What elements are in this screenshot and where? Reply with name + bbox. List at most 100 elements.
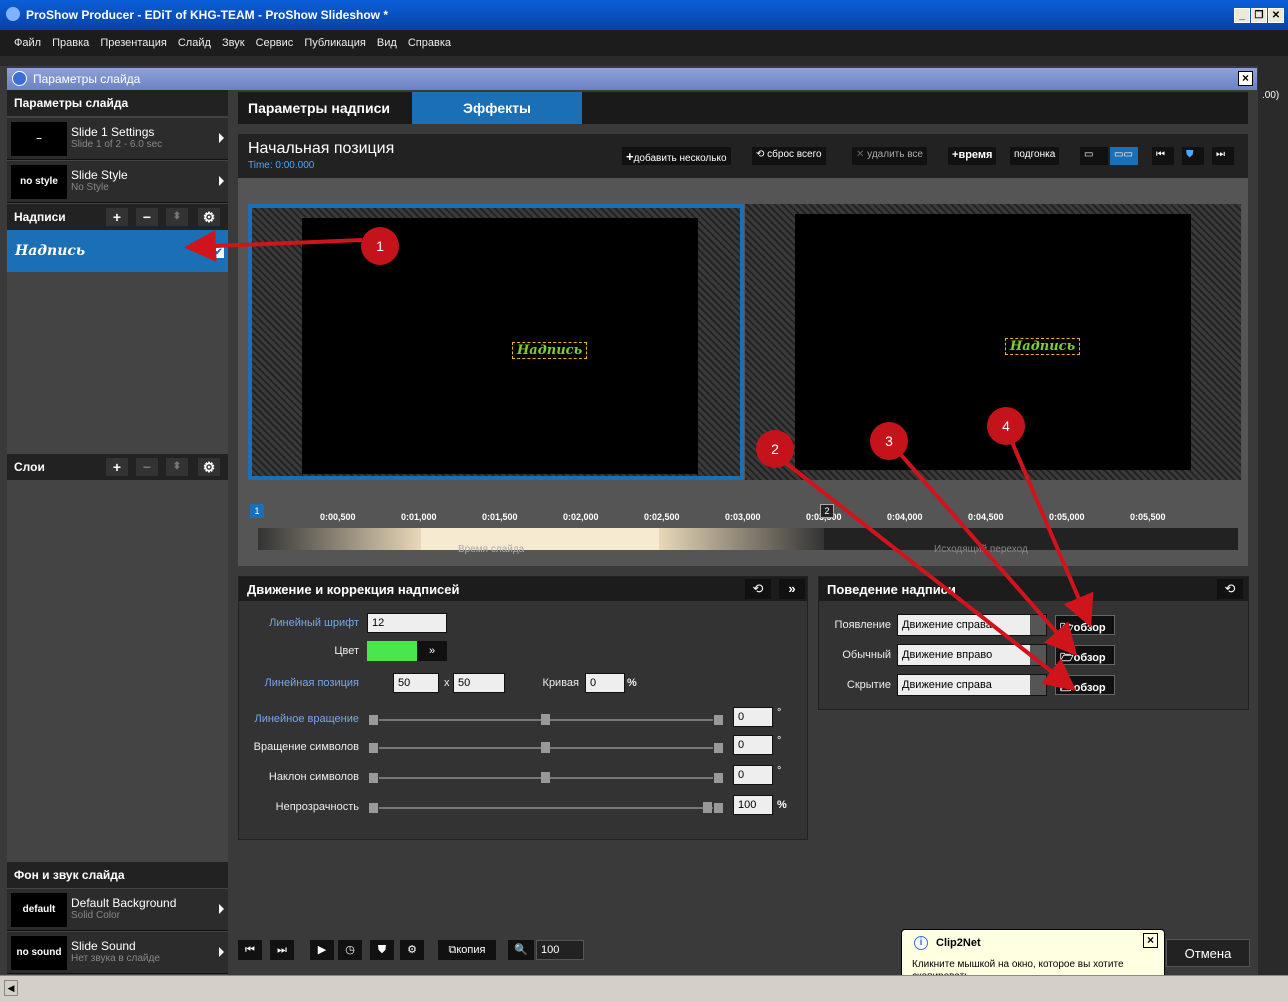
menu-edit[interactable]: Правка [48,37,93,49]
background-app-edge: .00) [1258,66,1288,975]
add-caption-button[interactable]: + [106,208,128,226]
rotation-slider[interactable] [369,714,723,725]
opacity-input[interactable]: 100 [733,795,773,815]
reorder-layer-button[interactable]: ⬍ [166,458,188,476]
cancel-button[interactable]: Отмена [1166,939,1250,967]
keyframe-marker-2[interactable]: 2 [820,504,834,518]
preview-caption[interactable]: Надпись [1005,338,1081,355]
minimize-button[interactable]: _ [1234,8,1250,23]
tab-caption-params[interactable]: Параметры надписи [238,92,410,124]
hide-browse-button[interactable]: 🗁обзор [1055,675,1115,695]
zoom-input[interactable]: 100 [536,940,584,960]
keyframe-marker-1[interactable]: 1 [250,504,264,518]
reset-icon[interactable]: ⟲ [745,579,771,599]
annotation-badge-1: 1 [361,227,399,265]
font-size-select[interactable]: 12 [367,613,447,633]
menu-sound[interactable]: Звук [218,37,249,49]
appear-select[interactable]: Движение справа [897,614,1047,636]
position-y-input[interactable]: 50 [453,673,505,693]
dialog-close-button[interactable]: × [1238,71,1253,86]
menu-help[interactable]: Справка [404,37,455,49]
dialog-icon [12,71,27,86]
expand-arrow-icon [219,947,224,957]
preview-caption[interactable]: Надпись [512,342,588,359]
info-icon: i [914,936,928,950]
menu-tools[interactable]: Сервис [252,37,298,49]
time-button[interactable]: +время [948,147,997,165]
menu-presentation[interactable]: Презентация [96,37,170,49]
caption-visible-checkbox[interactable]: ✔ [213,247,224,258]
expand-arrow-icon [219,904,224,914]
normal-select[interactable]: Движение вправо [897,644,1047,666]
sound-card[interactable]: no sound Slide Sound Нет звука в слайде [7,932,228,974]
last-keyframe-icon[interactable]: ⏭ [1212,147,1234,165]
dual-view-icon[interactable]: ▭▭ [1110,147,1138,165]
add-several-button[interactable]: +добавить несколько [622,147,731,165]
prev-slide-icon[interactable]: ⏭ [270,940,294,960]
char-rotation-input[interactable]: 0 [733,735,773,755]
tooltip-close-button[interactable]: × [1143,933,1158,948]
start-preview[interactable]: Надпись [248,204,744,480]
rotation-label: Линейное вращение [254,713,359,725]
normal-browse-button[interactable]: 🗁обзор [1055,645,1115,665]
appear-browse-button[interactable]: 🗁обзор [1055,615,1115,635]
menu-view[interactable]: Вид [373,37,401,49]
caption-settings-gear-icon[interactable]: ⚙ [198,208,220,226]
single-view-icon[interactable]: ▭ [1080,147,1108,165]
opacity-percent: % [777,799,787,811]
color-swatch[interactable] [367,641,417,661]
curve-input[interactable]: 0 [585,673,625,693]
reset-icon[interactable]: ⟲ [1217,579,1243,599]
reset-all-button[interactable]: ⟲ сброс всего [752,147,826,165]
behavior-panel-header: Поведение надписи [819,577,1248,601]
char-tilt-slider[interactable] [369,772,723,783]
slide-settings-sub: Slide 1 of 2 - 6.0 sec [71,139,163,150]
caption-list-item[interactable]: Надпись ✔ [7,230,228,272]
keyframe-marker-icon[interactable]: ⛊ [1182,147,1204,165]
out-transition-label: Исходящий переход [934,544,1028,555]
caption-item-label: Надпись [15,243,86,259]
play-icon[interactable]: ▶ [310,940,334,960]
menu-file[interactable]: Файл [10,37,45,49]
rotation-input[interactable]: 0 [733,707,773,727]
settings-gear-icon[interactable]: ⚙ [400,940,424,960]
slide-style-card[interactable]: no style Slide Style No Style [7,161,228,203]
tick-label: 0:05,500 [1130,512,1166,522]
position-x-input[interactable]: 50 [393,673,439,693]
position-separator: x [444,677,450,689]
layers-header-label: Слои [14,460,45,474]
expand-arrow-icon [219,176,224,186]
restore-button[interactable]: ❐ [1251,8,1267,23]
char-tilt-input[interactable]: 0 [733,765,773,785]
delete-all-button[interactable]: ✕ удалить все [852,147,927,165]
first-slide-icon[interactable]: ⏮ [238,940,262,960]
first-keyframe-icon[interactable]: ⏮ [1152,147,1174,165]
zoom-icon[interactable]: 🔍 [508,940,534,960]
slide-settings-card[interactable]: – Slide 1 Settings Slide 1 of 2 - 6.0 se… [7,118,228,160]
color-picker-button[interactable]: » [417,641,447,661]
remove-caption-button[interactable]: − [136,208,158,226]
timeline-bar[interactable] [258,528,1238,550]
layer-settings-gear-icon[interactable]: ⚙ [198,458,220,476]
copy-button[interactable]: ⧉копия [438,940,496,960]
tab-effects[interactable]: Эффекты [412,92,582,124]
tick-label: 0:01,500 [482,512,518,522]
remove-layer-button[interactable]: − [136,458,158,476]
tick-label: 0:05,000 [1049,512,1085,522]
hide-select[interactable]: Движение справа [897,674,1047,696]
char-rotation-slider[interactable] [369,742,723,753]
marker-icon[interactable]: ⛊ [370,940,394,960]
clock-icon[interactable]: ◷ [338,940,362,960]
close-window-button[interactable]: ✕ [1268,8,1284,23]
menu-publish[interactable]: Публикация [300,37,369,49]
next-icon[interactable]: » [779,579,805,599]
add-layer-button[interactable]: + [106,458,128,476]
background-card[interactable]: default Default Background Solid Color [7,889,228,931]
scroll-left-icon[interactable]: ◀ [4,980,18,996]
menu-slide[interactable]: Слайд [174,37,215,49]
reorder-caption-button[interactable]: ⬍ [166,208,188,226]
timeline[interactable]: 1 0:00,500 0:01,000 0:01,500 0:02,000 0:… [248,500,1248,556]
fit-button[interactable]: подгонка [1010,147,1060,165]
opacity-slider[interactable] [369,802,723,813]
motion-panel-header: Движение и коррекция надписей [239,577,807,601]
